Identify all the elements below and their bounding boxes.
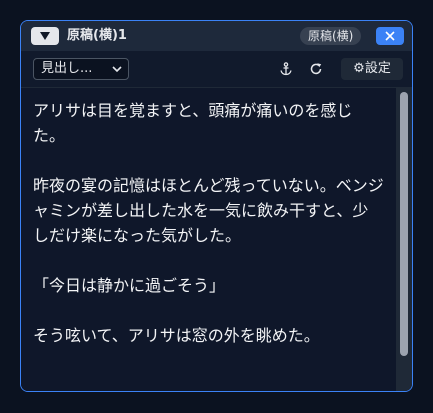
refresh-icon: [310, 63, 322, 75]
panel-title: 原稿(横)1: [67, 28, 127, 43]
title-bar: 原稿(横)1 原稿(横): [21, 21, 412, 51]
settings-button[interactable]: ⚙設定: [341, 58, 403, 80]
scrollbar-thumb[interactable]: [400, 92, 408, 356]
close-button[interactable]: [376, 27, 404, 45]
anchor-icon: [280, 62, 292, 76]
close-icon: [385, 31, 395, 41]
collapse-button[interactable]: [31, 27, 59, 45]
heading-select[interactable]: 見出し...: [33, 58, 129, 80]
editor-panel: 原稿(横)1 原稿(横) 見出し... ⚙設定 アリサは目を覚ますと、頭痛が痛い…: [20, 20, 413, 392]
paragraph: アリサは目を覚ますと、頭痛が痛いのを感じた。: [33, 101, 353, 145]
paragraph: 「今日は静かに過ごそう」: [33, 276, 226, 295]
manuscript-content[interactable]: アリサは目を覚ますと、頭痛が痛いのを感じた。 昨夜の宴の記憶はほとんど残っていな…: [21, 88, 396, 391]
paragraph: 昨夜の宴の記憶はほとんど残っていない。ベンジャミンが差し出した水を一気に飲み干す…: [33, 176, 384, 245]
vertical-scrollbar[interactable]: [396, 88, 412, 391]
triangle-down-icon: [40, 32, 50, 40]
paragraph: そう呟いて、アリサは窓の外を眺めた。: [33, 326, 320, 345]
heading-select-value: 見出し...: [41, 61, 93, 76]
anchor-button[interactable]: [277, 60, 295, 78]
toolbar: 見出し... ⚙設定: [21, 51, 412, 88]
refresh-button[interactable]: [307, 60, 325, 78]
type-badge: 原稿(横): [300, 27, 362, 45]
chevron-down-icon: [112, 66, 122, 73]
